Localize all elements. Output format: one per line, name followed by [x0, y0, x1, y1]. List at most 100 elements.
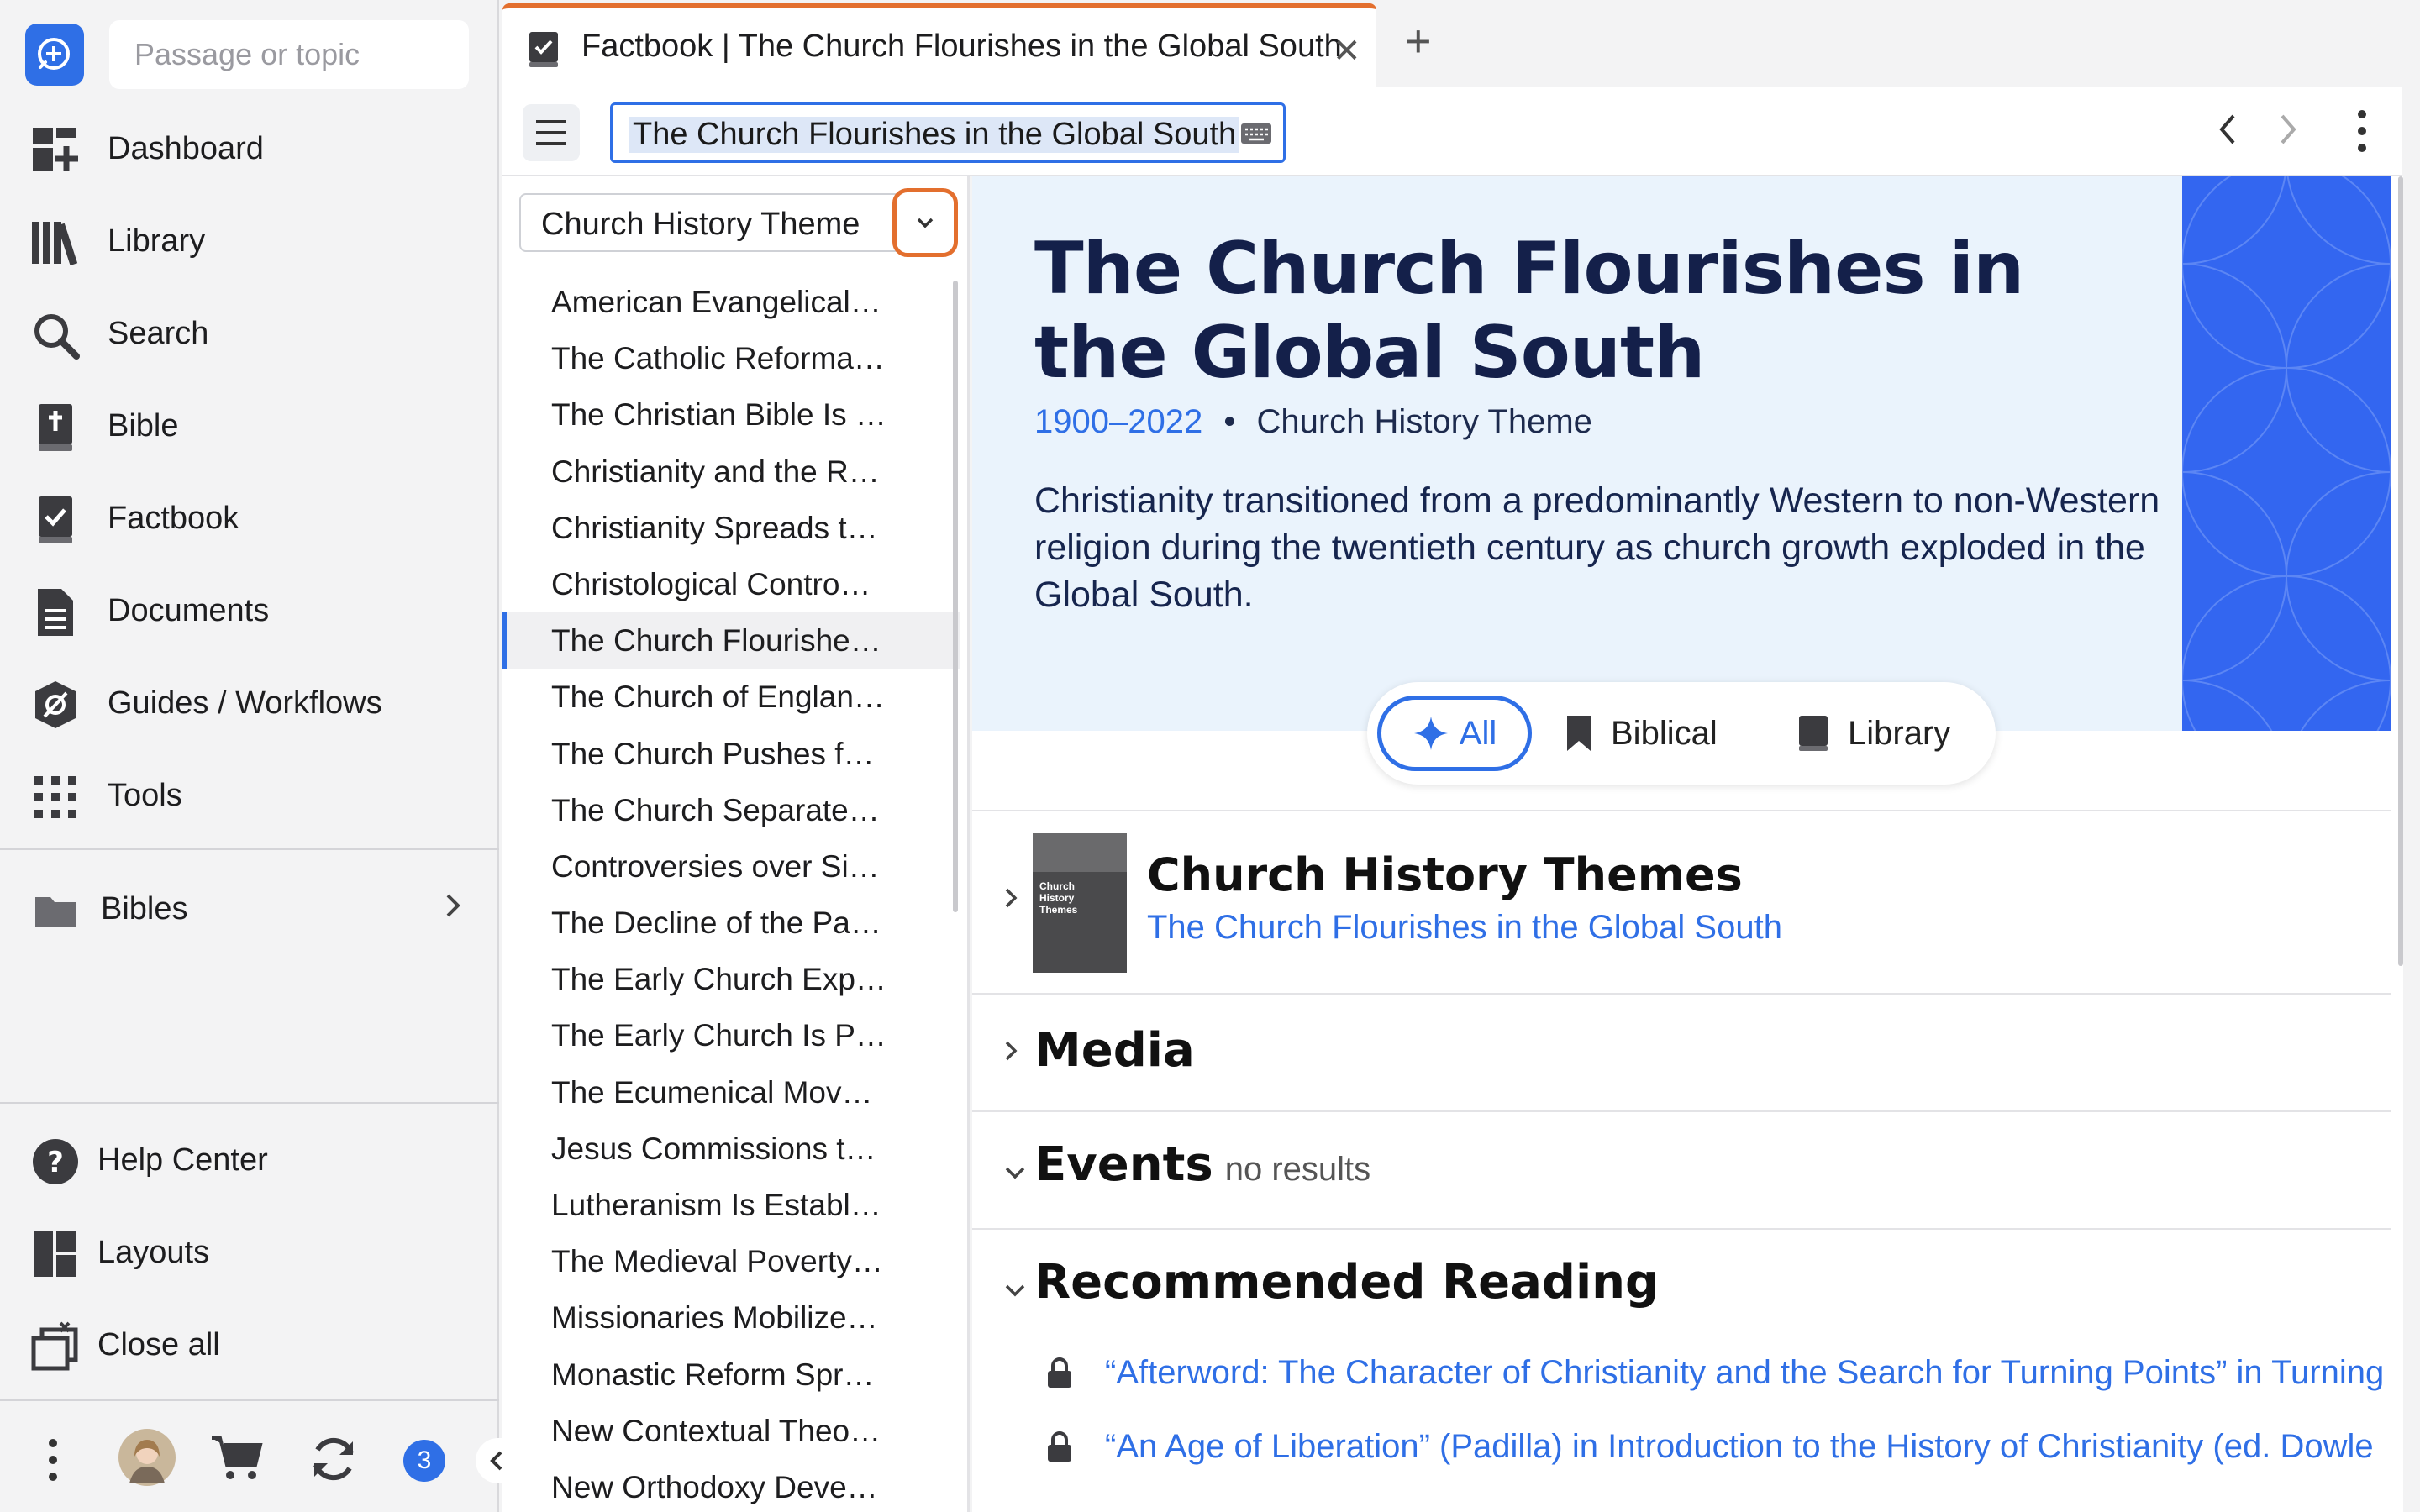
close-tab-icon[interactable]: ✕ [1333, 32, 1361, 71]
avatar[interactable] [118, 1428, 176, 1491]
nav-label: Documents [108, 592, 270, 628]
more-options-icon[interactable] [2356, 109, 2368, 163]
nav-bibles-folder[interactable]: Bibles [0, 867, 499, 951]
cover-stripe [1033, 833, 1127, 872]
reading-item[interactable]: “An Age of Liberation” (Padilla) in Intr… [1043, 1421, 2374, 1472]
reading-item-link[interactable]: “An Age of Liberation” (Padilla) in Intr… [1105, 1428, 2374, 1466]
list-item[interactable]: The Decline of the Pa… [502, 895, 960, 951]
app-logo-icon[interactable] [25, 24, 84, 86]
nav-bible[interactable]: Bible [0, 384, 499, 468]
filter-biblical-button[interactable]: Biblical [1565, 696, 1718, 771]
list-item[interactable]: Christianity Spreads t… [502, 500, 960, 556]
factbook-icon [528, 30, 560, 73]
content-filter: All Biblical Library [1367, 682, 1996, 785]
article-title-value: The Church Flourishes in the Global Sout… [629, 117, 1240, 153]
cart-icon[interactable] [210, 1435, 264, 1486]
nav-guides-workflows[interactable]: Guides / Workflows [0, 661, 499, 745]
hamburger-icon [536, 120, 566, 145]
chevron-right-icon[interactable] [1002, 885, 1019, 918]
book-title[interactable]: Church History Themes [1147, 848, 1743, 901]
forward-arrow-icon[interactable] [2275, 109, 2301, 160]
panel-toolbar: The Church Flourishes in the Global Sout… [502, 87, 2402, 176]
list-item[interactable]: The Ecumenical Mov… [502, 1064, 960, 1121]
nav-layouts[interactable]: Layouts [0, 1210, 499, 1294]
more-vertical-icon[interactable] [47, 1436, 59, 1488]
list-item[interactable]: The Catholic Reforma… [502, 330, 960, 386]
section-book: Church History Themes Church History The… [972, 810, 2391, 993]
nav-label: Layouts [97, 1234, 210, 1270]
list-item[interactable]: The Church Flourishe… [502, 612, 960, 669]
list-item[interactable]: The Church Separate… [502, 782, 960, 838]
list-item[interactable]: Jesus Commissions t… [502, 1121, 960, 1177]
list-item[interactable]: The Church Pushes f… [502, 726, 960, 782]
article-theme: Church History Theme [1256, 403, 1592, 440]
nav-divider [0, 1399, 499, 1401]
tab-factbook[interactable]: Factbook | The Church Flourishes in the … [502, 3, 1376, 87]
reading-item[interactable]: “Afterword: The Character of Christianit… [1043, 1347, 2384, 1398]
article-title-field[interactable]: The Church Flourishes in the Global Sout… [610, 102, 1286, 163]
chevron-right-icon[interactable] [1002, 1038, 1019, 1071]
filter-all-label: All [1459, 714, 1497, 752]
list-item[interactable]: Christological Contro… [502, 556, 960, 612]
list-item[interactable]: American Evangelical… [502, 274, 960, 330]
list-item[interactable]: Missionaries Mobilize… [502, 1289, 960, 1346]
chevron-down-icon[interactable] [892, 188, 958, 257]
decorative-pattern [2182, 176, 2391, 731]
section-title: Events no results [1034, 1137, 1370, 1192]
nav-dashboard[interactable]: Dashboard [0, 107, 499, 191]
article-list: American Evangelical… The Catholic Reform… [502, 274, 960, 1512]
left-navigation: Passage or topic Dashboard Library Searc… [0, 0, 518, 1512]
article-content: The Church Flourishes in the Global Sout… [972, 176, 2403, 1512]
tab-title: Factbook | The Church Flourishes in the … [581, 29, 1342, 64]
filter-library-button[interactable]: Library [1797, 696, 1950, 771]
nav-close-all[interactable]: Close all [0, 1303, 499, 1387]
nav-documents[interactable]: Documents [0, 569, 499, 653]
nav-help-center[interactable]: ? Help Center [0, 1118, 499, 1202]
chevron-down-icon[interactable] [1002, 1273, 1028, 1306]
list-item[interactable]: The Early Church Is P… [502, 1007, 960, 1063]
theme-dropdown[interactable]: Church History Theme [519, 188, 958, 257]
nav-factbook[interactable]: Factbook [0, 476, 499, 560]
list-item[interactable]: Controversies over Si… [502, 838, 960, 895]
section-title[interactable]: Recommended Reading [1034, 1255, 1659, 1310]
notification-badge[interactable]: 3 [403, 1440, 445, 1482]
list-item[interactable]: Christianity and the R… [502, 444, 960, 500]
reading-item-link[interactable]: “Afterword: The Character of Christianit… [1105, 1354, 2384, 1392]
list-item[interactable]: Lutheranism Is Establ… [502, 1177, 960, 1233]
nav-label: Factbook [108, 500, 239, 536]
bookmark-icon [1567, 716, 1591, 751]
filter-all-button[interactable]: All [1377, 696, 1532, 771]
content-scrollbar[interactable] [2398, 176, 2403, 966]
nav-library[interactable]: Library [0, 199, 499, 283]
meta-bullet: • [1223, 403, 1236, 440]
list-item[interactable]: The Medieval Poverty… [502, 1233, 960, 1289]
keyboard-icon[interactable] [1239, 122, 1273, 150]
sync-icon[interactable] [306, 1431, 361, 1491]
passage-search-input[interactable]: Passage or topic [109, 20, 469, 89]
panel-menu-button[interactable] [523, 104, 580, 161]
list-item[interactable]: New Contextual Theo… [502, 1403, 960, 1459]
list-item[interactable]: New Orthodoxy Deve… [502, 1459, 960, 1512]
nav-search[interactable]: Search [0, 291, 499, 375]
list-item[interactable]: The Early Church Exp… [502, 951, 960, 1007]
documents-icon [30, 589, 81, 636]
nav-divider [0, 848, 499, 850]
list-scrollbar[interactable] [953, 281, 958, 912]
date-range-link[interactable]: 1900–2022 [1034, 403, 1202, 440]
book-article-link[interactable]: The Church Flourishes in the Global Sout… [1147, 909, 1782, 947]
list-item[interactable]: Monastic Reform Spr… [502, 1347, 960, 1403]
tools-icon [30, 774, 81, 821]
list-item[interactable]: The Christian Bible Is … [502, 386, 960, 443]
nav-label: Help Center [97, 1142, 268, 1178]
book-cover-image[interactable]: Church History Themes [1033, 833, 1127, 973]
section-media[interactable]: Media [972, 993, 2391, 1110]
layouts-icon [30, 1231, 81, 1278]
section-events[interactable]: Events no results [972, 1110, 2391, 1228]
back-arrow-icon[interactable] [2215, 109, 2240, 160]
events-title: Events [1034, 1137, 1213, 1192]
nav-tools[interactable]: Tools [0, 753, 499, 837]
chevron-down-icon[interactable] [1002, 1156, 1028, 1189]
dashboard-icon [30, 127, 81, 174]
new-tab-button[interactable]: + [1405, 15, 1432, 67]
list-item[interactable]: The Church of Englan… [502, 669, 960, 725]
